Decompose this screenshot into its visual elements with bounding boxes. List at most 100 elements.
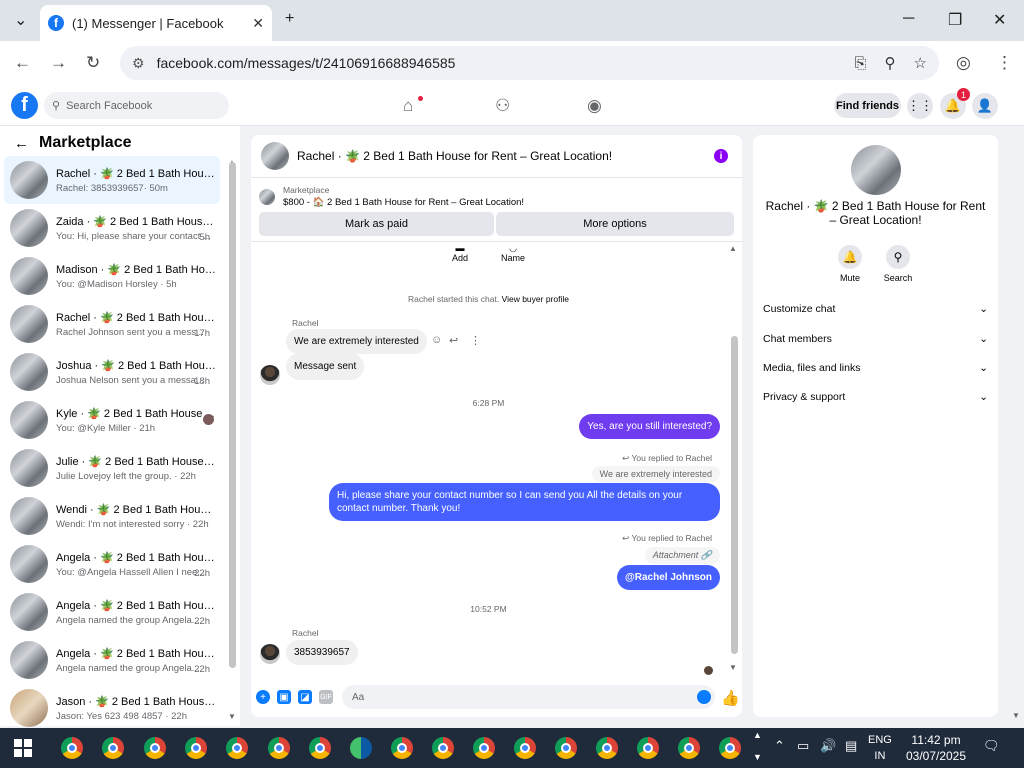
chrome-icon[interactable] bbox=[309, 737, 331, 759]
name-action[interactable]: ◡ Name bbox=[501, 243, 525, 263]
conversation-item[interactable]: Wendi · 🪴 2 Bed 1 Bath House ... Wendi: I… bbox=[4, 492, 220, 540]
site-info-icon[interactable]: ⚙ bbox=[132, 55, 145, 72]
page-scroll-down-icon[interactable]: ▼ bbox=[1012, 711, 1020, 720]
chrome-icon[interactable] bbox=[719, 737, 741, 759]
conversation-item[interactable]: Rachel · 🪴 2 Bed 1 Bath House... Rachel J… bbox=[4, 300, 220, 348]
message-input[interactable]: Aa bbox=[342, 685, 715, 709]
conversation-item[interactable]: Angela · 🪴 2 Bed 1 Bath House... Angela n… bbox=[4, 636, 220, 684]
chrome-icon[interactable] bbox=[678, 737, 700, 759]
incoming-message[interactable]: 3853939657 bbox=[286, 640, 358, 665]
conversation-item[interactable]: Julie · 🪴 2 Bed 1 Bath House f... Julie L… bbox=[4, 444, 220, 492]
chrome-icon[interactable] bbox=[473, 737, 495, 759]
chrome-icon[interactable] bbox=[61, 737, 83, 759]
more-options-button[interactable]: More options bbox=[496, 212, 734, 236]
chat-info-thumbnail[interactable] bbox=[851, 145, 901, 195]
network-icon[interactable]: ▤ bbox=[845, 738, 857, 754]
taskbar-clock[interactable]: 11:42 pm 03/07/2025 bbox=[898, 732, 974, 764]
meet-icon[interactable]: ▭ bbox=[797, 738, 809, 754]
attachment-quote[interactable]: Attachment 🔗 bbox=[644, 547, 720, 564]
chrome-icon[interactable] bbox=[226, 737, 248, 759]
search-button[interactable]: ⚲ Search bbox=[878, 245, 918, 283]
chrome-icon[interactable] bbox=[144, 737, 166, 759]
mark-as-paid-button[interactable]: Mark as paid bbox=[259, 212, 494, 236]
close-tab-icon[interactable]: ✕ bbox=[252, 15, 264, 32]
marketplace-listing[interactable]: Marketplace $800 - 🏠 2 Bed 1 Bath House … bbox=[259, 185, 524, 208]
outgoing-message[interactable]: @Rachel Johnson bbox=[617, 565, 720, 590]
back-arrow-icon[interactable]: ← bbox=[14, 135, 29, 152]
conversation-item[interactable]: Angela · 🪴 2 Bed 1 Bath House... You: @An… bbox=[4, 540, 220, 588]
media-files-links-section[interactable]: Media, files and links ⌄ bbox=[763, 362, 988, 374]
language-indicator[interactable]: ENG IN bbox=[868, 732, 892, 764]
image-icon[interactable]: ▣ bbox=[277, 690, 291, 704]
chrome-icon[interactable] bbox=[514, 737, 536, 759]
chrome-icon[interactable] bbox=[432, 737, 454, 759]
new-tab-icon[interactable]: + bbox=[285, 10, 294, 28]
gif-icon[interactable]: GIF bbox=[319, 690, 333, 704]
volume-icon[interactable]: 🔊 bbox=[820, 738, 836, 754]
conversation-item[interactable]: Rachel · 🪴 2 Bed 1 Bath House... Rachel: … bbox=[4, 156, 220, 204]
account-avatar[interactable]: 👤 bbox=[972, 93, 998, 119]
restore-icon[interactable]: ❐ bbox=[948, 10, 962, 30]
menu-grid-icon[interactable]: ⋮⋮ bbox=[907, 93, 933, 119]
scroll-down-icon[interactable]: ▼ bbox=[228, 712, 236, 721]
mute-button[interactable]: 🔔 Mute bbox=[830, 245, 870, 283]
tab-list-icon[interactable]: ⌄ bbox=[14, 10, 27, 30]
chrome-icon[interactable] bbox=[102, 737, 124, 759]
bookmark-star-icon[interactable]: ☆ bbox=[914, 54, 927, 72]
info-icon[interactable]: i bbox=[714, 149, 728, 163]
sticker-icon[interactable]: ◪ bbox=[298, 690, 312, 704]
incoming-message[interactable]: Message sent bbox=[286, 353, 365, 380]
conversation-item[interactable]: Joshua · 🪴 2 Bed 1 Bath House... Joshua N… bbox=[4, 348, 220, 396]
chrome-icon[interactable] bbox=[268, 737, 290, 759]
incoming-message[interactable]: We are extremely interested bbox=[286, 329, 427, 354]
close-window-icon[interactable]: ✕ bbox=[993, 10, 1006, 30]
facebook-logo-icon[interactable]: f bbox=[11, 92, 38, 119]
conversation-item[interactable]: Jason · 🪴 2 Bed 1 Bath House f... Jason: … bbox=[4, 684, 220, 732]
outgoing-message[interactable]: Hi, please share your contact number so … bbox=[329, 483, 720, 521]
facebook-search-input[interactable]: ⚲ Search Facebook bbox=[44, 92, 229, 119]
chat-scrollbar[interactable] bbox=[731, 336, 738, 654]
omnibox[interactable]: ⚙ facebook.com/messages/t/24106916688946… bbox=[120, 46, 939, 80]
conversation-item[interactable]: Madison · 🪴 2 Bed 1 Bath Hou... You: @Mad… bbox=[4, 252, 220, 300]
conversation-item[interactable]: Zaida · 🪴 2 Bed 1 Bath House f... You: Hi… bbox=[4, 204, 220, 252]
profile-icon[interactable]: ◎ bbox=[956, 53, 971, 73]
add-action[interactable]: ▬ Add bbox=[452, 243, 468, 263]
thumbs-up-icon[interactable]: 👍 bbox=[721, 689, 740, 707]
zoom-icon[interactable]: ⚲ bbox=[885, 54, 896, 72]
more-icon[interactable]: ⋮ bbox=[470, 334, 481, 347]
reload-icon[interactable]: ↻ bbox=[86, 53, 100, 73]
taskbar-scroll-up-icon[interactable]: ▲ bbox=[753, 730, 762, 740]
conversation-item[interactable]: Angela · 🪴 2 Bed 1 Bath House... Angela n… bbox=[4, 588, 220, 636]
react-emoji-icon[interactable]: ☺ bbox=[431, 334, 442, 346]
chrome-icon[interactable] bbox=[391, 737, 413, 759]
chrome-icon[interactable] bbox=[185, 737, 207, 759]
conversation-item[interactable]: Kyle · 🪴 2 Bed 1 Bath House ... You: @Kyl… bbox=[4, 396, 220, 444]
chat-members-section[interactable]: Chat members ⌄ bbox=[763, 333, 988, 345]
browser-menu-icon[interactable]: ⋮ bbox=[996, 53, 1013, 73]
minimize-icon[interactable]: ─ bbox=[903, 10, 914, 28]
emoji-icon[interactable] bbox=[697, 690, 711, 704]
outgoing-message[interactable]: Yes, are you still interested? bbox=[579, 414, 720, 439]
url-text[interactable]: facebook.com/messages/t/2410691668894658… bbox=[157, 55, 837, 71]
browser-tab[interactable]: f (1) Messenger | Facebook ✕ bbox=[40, 5, 272, 41]
scroll-down-icon[interactable]: ▼ bbox=[729, 663, 737, 672]
sender-avatar[interactable] bbox=[260, 365, 280, 385]
privacy-support-section[interactable]: Privacy & support ⌄ bbox=[763, 391, 988, 403]
chrome-icon[interactable] bbox=[555, 737, 577, 759]
friends-icon[interactable]: ⚇ bbox=[495, 96, 510, 116]
windows-start-icon[interactable] bbox=[14, 739, 32, 757]
reply-icon[interactable]: ↩ bbox=[449, 334, 458, 347]
scroll-up-icon[interactable]: ▲ bbox=[729, 244, 737, 253]
install-icon[interactable]: ⎘ bbox=[855, 55, 867, 72]
left-scrollbar[interactable] bbox=[229, 162, 236, 668]
quoted-message[interactable]: We are extremely interested bbox=[591, 466, 720, 482]
edge-icon[interactable] bbox=[350, 737, 372, 759]
taskbar-scroll-down-icon[interactable]: ▼ bbox=[753, 752, 762, 762]
sender-avatar[interactable] bbox=[260, 644, 280, 664]
home-icon[interactable]: ⌂ bbox=[403, 96, 413, 116]
tray-chevron-icon[interactable]: ⌃ bbox=[774, 738, 785, 754]
plus-icon[interactable]: + bbox=[256, 690, 270, 704]
forward-icon[interactable]: → bbox=[50, 53, 67, 73]
back-icon[interactable]: ← bbox=[14, 53, 31, 73]
notification-center-icon[interactable]: 🗨 bbox=[983, 738, 1000, 754]
